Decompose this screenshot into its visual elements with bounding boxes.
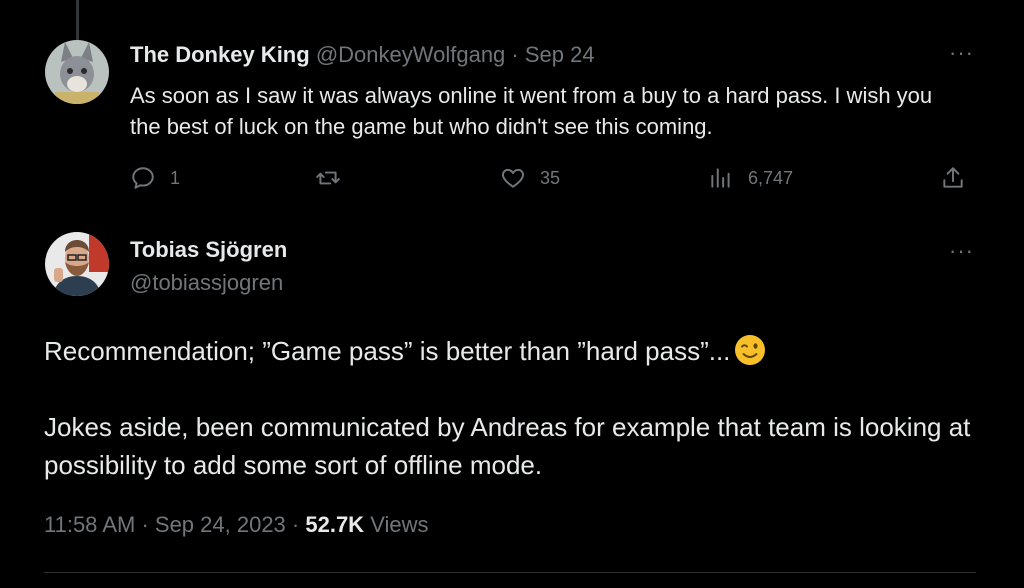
paragraph-1-text: Recommendation; ”Game pass” is better th… <box>44 336 731 366</box>
retweet-icon <box>316 171 340 185</box>
reply-date[interactable]: Sep 24 <box>525 42 595 67</box>
author-name[interactable]: The Donkey King <box>130 42 310 67</box>
divider <box>44 572 976 573</box>
share-button[interactable] <box>940 165 966 191</box>
tweet-time[interactable]: 11:58 AM <box>44 512 135 537</box>
author-handle[interactable]: @tobiassjogren <box>130 270 283 296</box>
reply-icon <box>132 167 154 189</box>
more-options-button[interactable]: ··· <box>949 40 974 66</box>
share-icon <box>943 167 963 188</box>
like-count: 35 <box>540 167 561 188</box>
views-count[interactable]: 52.7K <box>305 512 364 537</box>
tweet-metadata: 11:58 AM · Sep 24, 2023 · 52.7K Views <box>44 512 428 538</box>
separator: · <box>135 512 155 537</box>
action-bar: 1 35 6,747 <box>130 165 970 195</box>
reply-button[interactable]: 1 <box>130 165 180 191</box>
more-options-button[interactable]: ··· <box>949 238 974 264</box>
reply-text: As soon as I saw it was always online it… <box>130 83 933 139</box>
avatar-donkey-king[interactable] <box>45 40 109 104</box>
views-button[interactable]: 6,747 <box>708 165 793 191</box>
separator: · <box>285 512 306 537</box>
separator: · <box>505 42 525 67</box>
tweet-date[interactable]: Sep 24, 2023 <box>155 512 286 537</box>
like-button[interactable]: 35 <box>500 165 560 191</box>
views-label: Views <box>364 512 429 537</box>
tweet-paragraph-2: Jokes aside, been communicated by Andrea… <box>44 412 971 480</box>
views-count: 6,747 <box>748 167 794 188</box>
heart-icon <box>502 168 524 188</box>
reply-count: 1 <box>170 167 181 188</box>
retweet-button[interactable] <box>315 165 341 191</box>
author-name[interactable]: Tobias Sjögren <box>130 237 287 263</box>
author-handle[interactable]: @DonkeyWolfgang <box>316 42 505 67</box>
main-tweet: Tobias Sjögren @tobiassjogren ··· Recomm… <box>0 220 1024 588</box>
tweet-text: Recommendation; ”Game pass” is better th… <box>44 332 974 484</box>
analytics-icon <box>711 168 730 188</box>
tweet-paragraph-1: Recommendation; ”Game pass” is better th… <box>44 332 974 370</box>
reply-header: The Donkey King @DonkeyWolfgang · Sep 24 <box>130 42 595 68</box>
avatar-tobias[interactable] <box>45 232 109 296</box>
reply-tweet[interactable]: The Donkey King @DonkeyWolfgang · Sep 24… <box>0 0 1024 215</box>
winking-face-emoji <box>735 335 766 365</box>
